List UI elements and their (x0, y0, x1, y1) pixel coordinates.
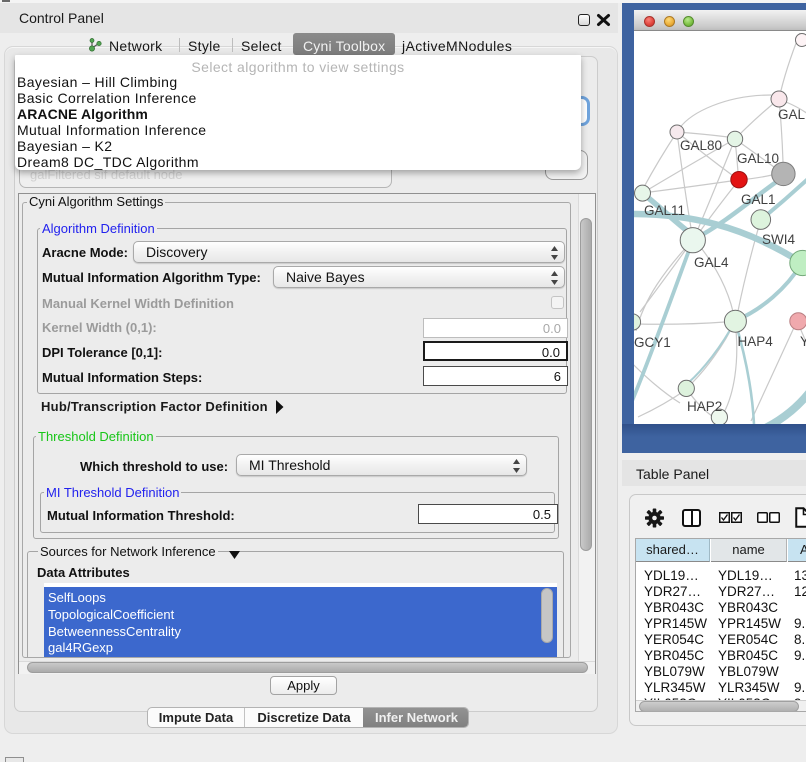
svg-text:GAL11: GAL11 (644, 203, 685, 218)
svg-text:YM: YM (800, 334, 806, 349)
svg-text:SWI4: SWI4 (762, 232, 795, 247)
svg-text:GAL80: GAL80 (680, 138, 722, 153)
svg-text:GAL: GAL (778, 107, 806, 122)
svg-text:GCY1: GCY1 (634, 335, 671, 350)
svg-text:GAL4: GAL4 (694, 255, 729, 270)
svg-text:HAP4: HAP4 (738, 334, 774, 349)
svg-text:HAP2: HAP2 (687, 399, 722, 414)
svg-text:GAL1: GAL1 (741, 192, 776, 207)
svg-text:GAL10: GAL10 (737, 151, 779, 166)
